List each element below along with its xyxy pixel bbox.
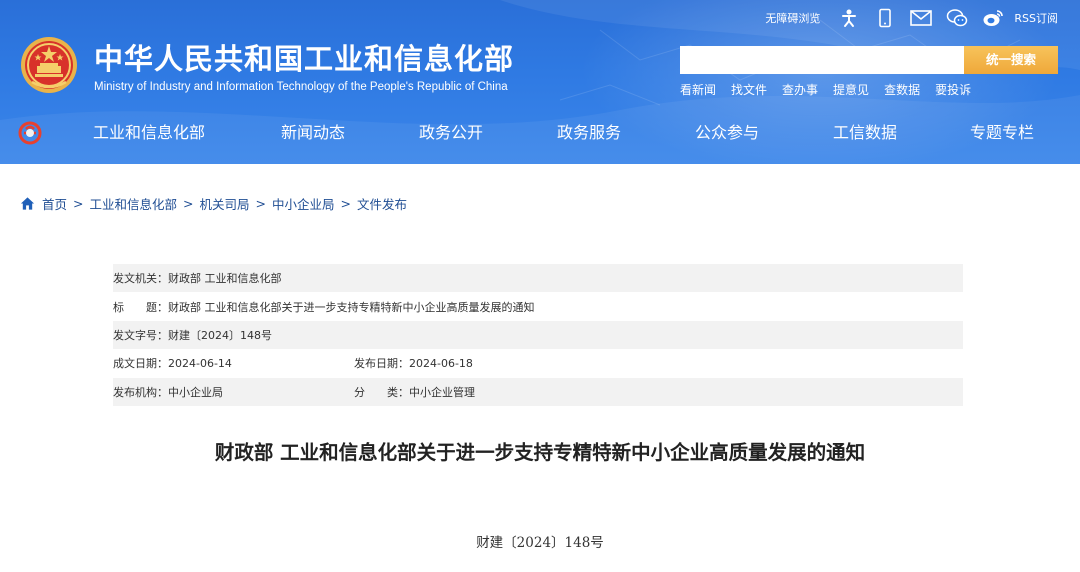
site-title[interactable]: 中华人民共和国工业和信息化部: [94, 40, 514, 78]
breadcrumb-documents[interactable]: 文件发布: [357, 194, 407, 213]
nav-item-news[interactable]: 新闻动态: [281, 121, 345, 145]
breadcrumb-departments[interactable]: 机关司局: [200, 194, 250, 213]
breadcrumb: 首页 > 工业和信息化部 > 机关司局 > 中小企业局 > 文件发布: [20, 194, 407, 212]
nav-item-topics[interactable]: 专题专栏: [970, 121, 1034, 145]
meta-label-title: 标 题：: [113, 300, 168, 314]
meta-cell-category: 分 类： 中小企业管理: [354, 384, 963, 400]
quick-link-services[interactable]: 查办事: [782, 82, 818, 98]
nav-item-data[interactable]: 工信数据: [833, 121, 897, 145]
meta-cell-published: 发布日期： 2024-06-18: [354, 355, 963, 371]
meta-row-doc-no: 发文字号： 财建〔2024〕148号: [113, 320, 963, 350]
e-government-logo-icon[interactable]: [18, 121, 42, 145]
search-field-wrapper: [680, 46, 964, 74]
quick-link-news[interactable]: 看新闻: [680, 82, 716, 98]
wechat-icon[interactable]: [946, 7, 968, 29]
meta-row-agency: 发布机构： 中小企业局 分 类： 中小企业管理: [113, 377, 963, 406]
nav-item-gov-service[interactable]: 政务服务: [557, 121, 621, 145]
breadcrumb-separator: >: [73, 195, 84, 211]
quick-link-data[interactable]: 查数据: [884, 82, 920, 98]
breadcrumb-separator: >: [255, 195, 266, 211]
meta-cell-created: 成文日期： 2024-06-14: [113, 355, 354, 371]
meta-value-agency: 中小企业局: [168, 385, 223, 399]
meta-label-agency: 发布机构：: [113, 385, 168, 399]
meta-label-published: 发布日期：: [354, 357, 409, 371]
meta-row-dates: 成文日期： 2024-06-14 发布日期： 2024-06-18: [113, 349, 963, 377]
meta-row-issuer: 发文机关： 财政部 工业和信息化部: [113, 264, 963, 293]
meta-label-doc-no: 发文字号：: [113, 328, 168, 342]
article-document-number: 财建〔2024〕148号: [476, 535, 604, 551]
accessibility-person-icon[interactable]: [838, 7, 860, 29]
meta-label-category: 分 类：: [354, 385, 409, 399]
rss-link[interactable]: RSS订阅: [1014, 10, 1058, 26]
mobile-phone-icon[interactable]: [874, 7, 896, 29]
meta-label-issuer: 发文机关：: [113, 272, 168, 286]
breadcrumb-miit[interactable]: 工业和信息化部: [90, 194, 178, 213]
meta-value-category: 中小企业管理: [409, 385, 475, 399]
breadcrumb-separator: >: [340, 195, 351, 211]
site-subtitle-english: Ministry of Industry and Information Tec…: [94, 81, 508, 93]
meta-value-published: 2024-06-18: [409, 356, 473, 370]
nav-item-public[interactable]: 公众参与: [695, 121, 759, 145]
home-icon[interactable]: [20, 196, 35, 211]
quick-link-complaint[interactable]: 要投诉: [935, 82, 971, 98]
breadcrumb-separator: >: [183, 195, 194, 211]
accessibility-link[interactable]: 无障碍浏览: [765, 10, 820, 26]
main-navigation: 工业和信息化部 新闻动态 政务公开 政务服务 公众参与 工信数据 专题专栏: [0, 113, 1080, 153]
nav-item-gov-open[interactable]: 政务公开: [419, 121, 483, 145]
weibo-icon[interactable]: [982, 7, 1004, 29]
meta-label-created: 成文日期：: [113, 357, 168, 371]
quick-link-files[interactable]: 找文件: [731, 82, 767, 98]
national-emblem-logo: [21, 37, 77, 93]
top-utility-links: 无障碍浏览 RSS订阅: [765, 6, 1058, 30]
mail-icon[interactable]: [910, 7, 933, 29]
breadcrumb-home[interactable]: 首页: [42, 194, 67, 213]
breadcrumb-sme-bureau[interactable]: 中小企业局: [272, 194, 335, 213]
meta-row-title: 标 题： 财政部 工业和信息化部关于进一步支持专精特新中小企业高质量发展的通知: [113, 292, 963, 320]
meta-value-title: 财政部 工业和信息化部关于进一步支持专精特新中小企业高质量发展的通知: [168, 300, 535, 314]
site-header: 中华人民共和国工业和信息化部 Ministry of Industry and …: [0, 0, 1080, 164]
meta-value-issuer: 财政部 工业和信息化部: [168, 272, 282, 286]
quick-link-feedback[interactable]: 提意见: [833, 82, 869, 98]
article-title: 财政部 工业和信息化部关于进一步支持专精特新中小企业高质量发展的通知: [214, 441, 866, 464]
meta-value-created: 2024-06-14: [168, 356, 232, 370]
meta-cell-agency: 发布机构： 中小企业局: [113, 384, 354, 400]
meta-value-doc-no: 财建〔2024〕148号: [168, 328, 272, 342]
quick-links: 看新闻 找文件 查办事 提意见 查数据 要投诉: [680, 82, 971, 98]
document-meta-table: 发文机关： 财政部 工业和信息化部 标 题： 财政部 工业和信息化部关于进一步支…: [113, 264, 963, 406]
nav-item-miit[interactable]: 工业和信息化部: [93, 121, 205, 145]
unified-search-button[interactable]: 统一搜索: [964, 46, 1058, 74]
search-input[interactable]: [680, 46, 964, 74]
